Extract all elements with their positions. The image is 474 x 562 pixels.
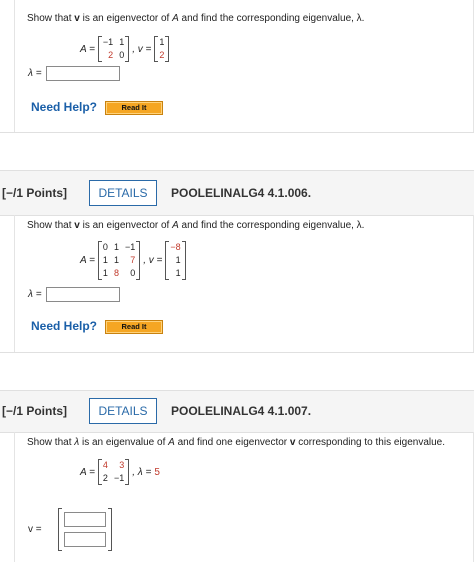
matrix-A: 0 1 −1 117 180 [97,241,141,280]
matrix-cell: 7 [130,255,136,265]
vector-cell: −8 [170,242,181,252]
q3-points: [−/1 Points] [2,404,68,418]
matrix-cell: −1 [124,242,136,252]
matrix-cell: 1 [102,255,108,265]
matrix-A-label: A = [80,43,95,55]
matrix-cell: 1 [119,37,125,47]
read-it-button[interactable]: Read It [105,320,163,334]
matrix-cell: 3 [119,460,125,470]
answer-vector-bracket [58,508,112,551]
matrix-A-label: A = [80,466,95,478]
lambda-input[interactable] [46,287,120,302]
matrix-cell: 1 [113,255,119,265]
divider [0,352,474,353]
vector-cell: 1 [175,255,181,265]
q3-problem-code: POOLELINALG4 4.1.007. [171,404,312,418]
matrix-cell: 1 [113,242,119,252]
matrix-cell: −1 [102,37,114,47]
matrix-cell: 2 [102,473,108,483]
matrix-cell: 0 [130,268,136,278]
matrix-A-label: A = [80,255,95,266]
matrix-A: 4 3 2 −1 [97,459,130,485]
lambda-label: , λ = [132,466,152,478]
q3-expression: A = 4 3 2 −1 , λ = 5 [80,459,160,485]
q1-expression: A = −1 1 20 , v = 1 2 [80,36,170,62]
matrix-cell: 0 [102,242,108,252]
matrix-cell: 4 [102,460,108,470]
q2-points: [−/1 Points] [2,186,68,200]
vector-v-label: v = [28,524,42,535]
q2-expression: A = 0 1 −1 117 180 , v = −8 1 1 [80,241,186,280]
vector-cell: 1 [175,268,181,278]
read-it-button[interactable]: Read It [105,101,163,115]
lambda-input[interactable] [46,66,120,81]
divider [0,170,474,171]
vector-cell: 1 [159,37,165,47]
matrix-cell: 8 [113,268,119,278]
q2-problem-code: POOLELINALG4 4.1.006. [171,186,312,200]
vector-v: −8 1 1 [165,241,186,280]
matrix-A: −1 1 20 [97,36,130,62]
matrix-cell: 1 [102,268,108,278]
vector-cell: 2 [159,50,165,60]
vector-v: 1 2 [154,36,170,62]
matrix-cell: 0 [119,50,125,60]
bracket-right-cap [108,508,111,551]
need-help-label: Need Help? [31,100,98,114]
lambda-label: λ = [28,289,42,300]
vector-v-label: , v = [143,255,163,266]
vector-v-label: , v = [132,43,152,55]
q2-prompt: Show that v is an eigenvector of A and f… [27,220,365,231]
q3-prompt: Show that λ is an eigenvalue of A and fi… [27,437,446,448]
matrix-cell: −1 [113,473,125,483]
lambda-value: 5 [154,466,160,478]
vector-input-2[interactable] [64,532,106,547]
need-help-label: Need Help? [31,319,98,333]
q3-details-button[interactable]: DETAILS [89,398,157,424]
divider [0,390,474,391]
q1-prompt: Show that v is an eigenvector of A and f… [27,13,365,24]
bracket-left-cap [59,508,62,551]
q2-details-button[interactable]: DETAILS [89,180,157,206]
lambda-label: λ = [28,68,42,79]
matrix-cell: 2 [108,50,114,60]
divider [0,132,474,133]
vector-input-1[interactable] [64,512,106,527]
